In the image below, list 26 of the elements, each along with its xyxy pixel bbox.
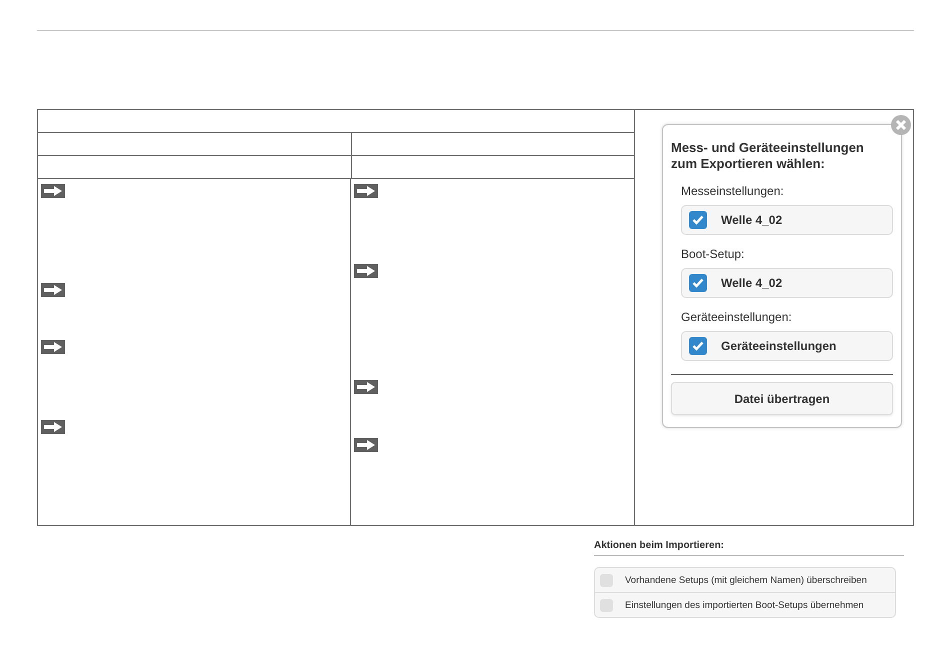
dialog-title: Mess- und Geräteeinstellungen zum Exportieren wählen: bbox=[671, 140, 865, 172]
arrow-icon bbox=[354, 380, 378, 394]
checkbox-option[interactable]: Geräteeinstellungen bbox=[681, 331, 893, 361]
close-icon[interactable] bbox=[890, 114, 912, 136]
check-icon bbox=[692, 278, 704, 288]
arrow-icon bbox=[41, 420, 65, 434]
option-label[interactable]: Vorhandene Setups (mit gleichem Namen) überschreiben bbox=[625, 574, 867, 586]
checkbox[interactable] bbox=[689, 211, 707, 229]
checkbox[interactable] bbox=[689, 274, 707, 292]
transfer-button[interactable]: Datei übertragen bbox=[671, 382, 893, 415]
group-label: Boot-Setup: bbox=[681, 247, 746, 261]
check-icon bbox=[692, 341, 704, 351]
arrow-icon bbox=[354, 438, 378, 452]
option-label[interactable]: Einstellungen des importierten Boot-Setups übernehmen bbox=[625, 600, 864, 610]
arrow-icon bbox=[41, 340, 65, 354]
checkbox-option[interactable]: Welle 4_02 bbox=[681, 268, 893, 298]
arrow-icon bbox=[354, 184, 378, 198]
group-label: Geräteeinstellungen: bbox=[681, 310, 793, 324]
check-icon bbox=[692, 215, 704, 225]
checkbox[interactable] bbox=[689, 337, 707, 355]
section-title: Aktionen beim Importieren: bbox=[594, 540, 904, 556]
arrow-icon bbox=[354, 264, 378, 278]
group-label: Messeinstellungen: bbox=[681, 184, 785, 198]
arrow-icon bbox=[41, 184, 65, 198]
arrow-icon bbox=[41, 283, 65, 297]
checkbox-option[interactable]: Welle 4_02 bbox=[681, 205, 893, 235]
